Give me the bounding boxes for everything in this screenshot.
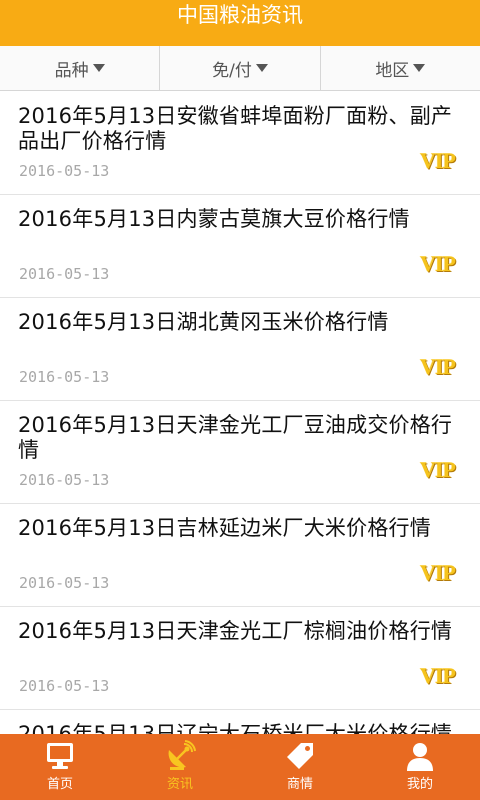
caret-down-icon <box>255 64 268 72</box>
news-item[interactable]: 2016年5月13日湖北黄冈玉米价格行情 2016-05-13 VIP <box>0 298 480 401</box>
tab-market[interactable]: 商情 <box>240 734 360 800</box>
news-item[interactable]: 2016年5月13日天津金光工厂棕榈油价格行情 2016-05-13 VIP <box>0 607 480 710</box>
vip-badge: VIP <box>420 148 456 173</box>
caret-down-icon <box>92 64 105 72</box>
news-item[interactable]: 2016年5月13日辽宁大石桥米厂大米价格行情 <box>0 710 480 734</box>
news-title: 2016年5月13日内蒙古莫旗大豆价格行情 <box>18 207 410 231</box>
bottom-tab-bar: 首页 资讯 商情 我的 <box>0 734 480 800</box>
filter-region-label: 地区 <box>375 60 410 81</box>
price-tag-icon <box>287 743 313 769</box>
news-date: 2016-05-13 <box>19 574 110 592</box>
news-date: 2016-05-13 <box>19 368 110 386</box>
page-title: 中国粮油资讯 <box>177 3 303 27</box>
vip-badge: VIP <box>420 663 456 688</box>
monitor-icon <box>47 743 73 769</box>
filter-variety-label: 品种 <box>54 60 89 81</box>
filter-free-paid[interactable]: 免/付 <box>160 46 321 90</box>
vip-badge: VIP <box>420 251 456 276</box>
news-item[interactable]: 2016年5月13日吉林延边米厂大米价格行情 2016-05-13 VIP <box>0 504 480 607</box>
news-item[interactable]: 2016年5月13日安徽省蚌埠面粉厂面粉、副产品出厂价格行情 2016-05-1… <box>0 92 480 195</box>
tab-home-label: 首页 <box>46 777 73 792</box>
vip-badge: VIP <box>420 354 456 379</box>
news-title: 2016年5月13日天津金光工厂豆油成交价格行情 <box>18 413 453 462</box>
news-title: 2016年5月13日安徽省蚌埠面粉厂面粉、副产品出厂价格行情 <box>18 104 453 153</box>
news-item[interactable]: 2016年5月13日内蒙古莫旗大豆价格行情 2016-05-13 VIP <box>0 195 480 298</box>
tab-market-label: 商情 <box>286 777 313 792</box>
tab-home[interactable]: 首页 <box>0 734 120 800</box>
filter-region[interactable]: 地区 <box>321 46 480 90</box>
news-title: 2016年5月13日吉林延边米厂大米价格行情 <box>18 516 431 540</box>
vip-badge: VIP <box>420 560 456 585</box>
news-list[interactable]: 2016年5月13日安徽省蚌埠面粉厂面粉、副产品出厂价格行情 2016-05-1… <box>0 92 480 734</box>
filter-variety[interactable]: 品种 <box>0 46 161 90</box>
news-date: 2016-05-13 <box>19 265 110 283</box>
news-title: 2016年5月13日天津金光工厂棕榈油价格行情 <box>18 619 453 643</box>
app-header: 中国粮油资讯 <box>0 0 480 46</box>
news-title: 2016年5月13日辽宁大石桥米厂大米价格行情 <box>18 722 453 734</box>
satellite-dish-icon <box>168 740 196 770</box>
caret-down-icon <box>413 64 426 72</box>
news-item[interactable]: 2016年5月13日天津金光工厂豆油成交价格行情 2016-05-13 VIP <box>0 401 480 504</box>
news-date: 2016-05-13 <box>19 677 110 695</box>
user-icon <box>407 743 433 771</box>
filter-free-paid-label: 免/付 <box>212 60 252 81</box>
tab-news-label: 资讯 <box>166 777 193 792</box>
vip-badge: VIP <box>420 457 456 482</box>
news-date: 2016-05-13 <box>19 471 110 489</box>
tab-mine-label: 我的 <box>406 777 433 792</box>
filter-bar: 品种 免/付 地区 <box>0 46 480 91</box>
tab-mine[interactable]: 我的 <box>360 734 480 800</box>
news-date: 2016-05-13 <box>19 162 110 180</box>
news-title: 2016年5月13日湖北黄冈玉米价格行情 <box>18 310 389 334</box>
tab-news[interactable]: 资讯 <box>120 734 240 800</box>
